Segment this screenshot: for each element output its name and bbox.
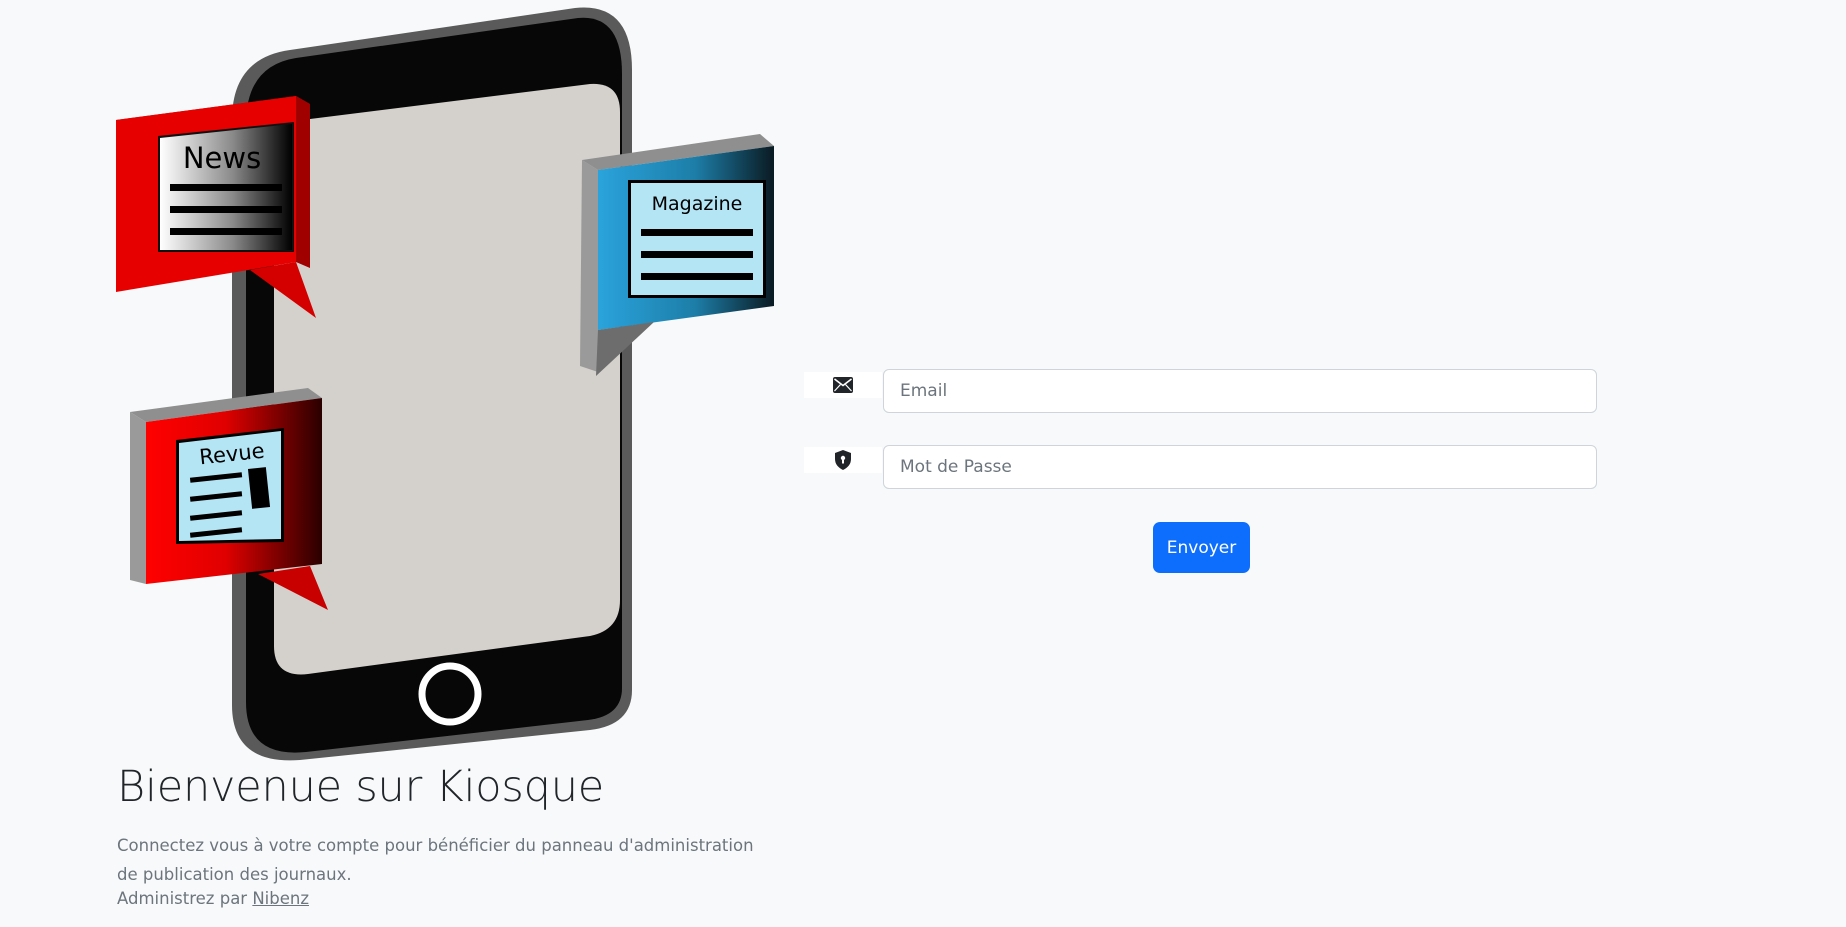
magazine-label: Magazine xyxy=(652,193,743,215)
kiosque-illustration: News Magazine Revue xyxy=(116,7,774,761)
password-icon-addon xyxy=(804,447,882,473)
submit-button[interactable]: Envoyer xyxy=(1153,522,1250,573)
news-bubble: News xyxy=(116,96,316,318)
email-field[interactable] xyxy=(883,369,1597,413)
page-title: Bienvenue sur Kiosque xyxy=(117,762,605,812)
login-page: News Magazine Revue Bienvenue sur Kiosqu… xyxy=(0,0,1846,927)
shield-lock-icon xyxy=(835,450,851,470)
password-field[interactable] xyxy=(883,445,1597,489)
admin-link[interactable]: Nibenz xyxy=(252,889,309,908)
welcome-description: Connectez vous à votre compte pour bénéf… xyxy=(117,836,754,884)
admin-credit: Administrez par Nibenz xyxy=(117,886,309,912)
envelope-icon xyxy=(833,377,853,393)
magazine-bubble: Magazine xyxy=(580,134,774,376)
email-icon-addon xyxy=(804,372,882,398)
revue-bubble: Revue xyxy=(130,388,328,610)
admin-credit-prefix: Administrez par xyxy=(117,889,253,908)
news-label: News xyxy=(183,141,261,175)
